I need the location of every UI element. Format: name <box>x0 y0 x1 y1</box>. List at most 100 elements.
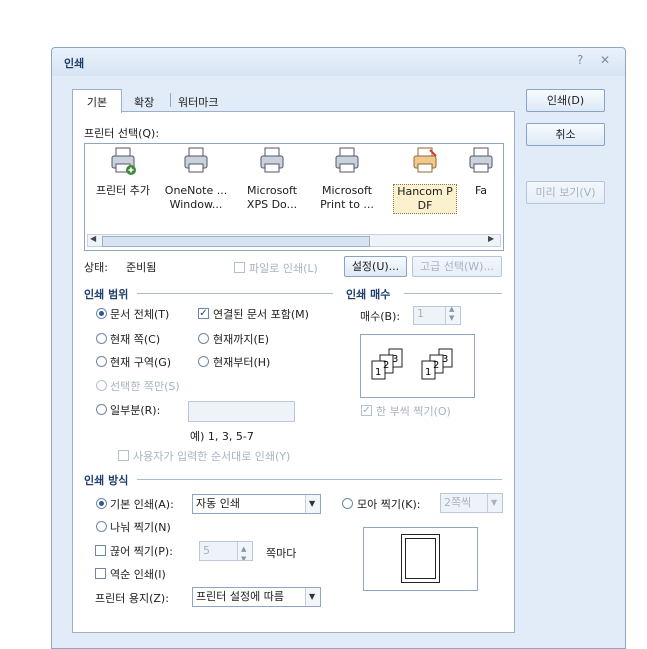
tab-basic[interactable]: 기본 <box>72 89 122 113</box>
printer-item-label: Print to ... <box>320 198 374 211</box>
spin-down-icon[interactable]: ▼ <box>241 550 246 560</box>
chevron-down-icon: ▼ <box>491 498 498 507</box>
dropdown-arrow[interactable]: ▼ <box>305 588 320 606</box>
basic-print-select[interactable]: 자동 인쇄 ▼ <box>192 494 321 514</box>
tab-label: 워터마크 <box>178 96 219 109</box>
partial-radio[interactable] <box>96 404 107 415</box>
printer-item-label: OneNote ... <box>164 184 228 197</box>
basic-print-radio[interactable] <box>96 498 107 509</box>
scroll-right-icon[interactable]: ▶ <box>488 234 494 243</box>
break-value: 5 <box>203 544 210 557</box>
tab-label: 기본 <box>86 96 108 109</box>
selected-pages-radio[interactable] <box>96 380 107 391</box>
printer-icon <box>260 147 284 173</box>
printer-item-print-to-pdf[interactable]: Microsoft Print to ... <box>309 146 385 212</box>
tab-extended[interactable]: 확장 <box>134 90 154 112</box>
current-page-radio[interactable] <box>96 333 107 344</box>
collate-digit: 1 <box>425 367 431 378</box>
reverse-checkbox[interactable] <box>95 568 106 579</box>
collate-pages-icon: 1 2 3 1 2 3 <box>371 348 453 380</box>
spin-up-icon[interactable]: ▲ <box>449 307 454 313</box>
add-printer-icon <box>111 147 136 175</box>
tab-divider <box>170 93 171 107</box>
close-icon[interactable]: ✕ <box>600 53 610 67</box>
break-input[interactable]: 5 ▲ ▼ <box>199 541 253 561</box>
range-section-title: 인쇄 범위 <box>84 288 129 301</box>
printer-item-label: DF <box>417 199 433 212</box>
collate-digit: 1 <box>375 367 381 378</box>
break-unit: 쪽마다 <box>266 547 297 560</box>
printer-item-selected-label: Hancom P DF <box>393 184 457 214</box>
break-spinner[interactable]: ▲ ▼ <box>237 542 252 560</box>
printer-item-label: Fa <box>474 184 488 197</box>
cancel-button[interactable]: 취소 <box>526 123 605 146</box>
help-icon[interactable]: ? <box>577 53 583 67</box>
preview-page-icon <box>401 534 440 583</box>
printer-item-label: Microsoft <box>321 184 373 197</box>
printer-item-add[interactable]: 프린터 추가 <box>85 146 161 198</box>
break-checkbox[interactable] <box>95 545 106 556</box>
preview-button[interactable]: 미리 보기(V) <box>526 181 605 204</box>
tab-watermark[interactable]: 워터마크 <box>178 90 218 112</box>
page-layout-preview <box>363 527 478 591</box>
nup-select[interactable]: 2쪽씩 ▼ <box>440 493 503 513</box>
printer-item-xps[interactable]: Microsoft XPS Do... <box>234 146 310 212</box>
collate-checkbox[interactable]: ✓ <box>361 405 372 416</box>
collate-digit: 2 <box>383 360 389 371</box>
print-to-file-checkbox[interactable] <box>234 262 245 273</box>
collate-digit: 3 <box>392 354 398 365</box>
copies-input[interactable]: 1 ▲ ▼ <box>413 306 461 325</box>
nup-value: 2쪽씩 <box>444 496 472 509</box>
paper-select[interactable]: 프린터 설정에 따름 ▼ <box>192 587 321 607</box>
split-radio[interactable] <box>96 521 107 532</box>
printer-item-hancom-pdf[interactable]: Hancom P DF <box>387 146 463 214</box>
current-section-label: 현재 구역(G) <box>110 356 172 369</box>
print-button[interactable]: 인쇄(D) <box>526 89 605 112</box>
paper-value: 프린터 설정에 따름 <box>196 590 284 603</box>
spin-down-icon[interactable]: ▼ <box>449 314 454 322</box>
split-label: 나눠 찍기(N) <box>110 521 171 534</box>
printer-list[interactable]: 프린터 추가 OneNote ... Window... Microsoft X… <box>84 143 504 251</box>
printer-item-onenote[interactable]: OneNote ... Window... <box>158 146 234 212</box>
scroll-left-icon[interactable]: ◀ <box>90 234 96 243</box>
user-order-checkbox[interactable] <box>118 450 129 461</box>
partial-label: 일부분(R): <box>110 404 161 417</box>
copies-spinner[interactable]: ▲ ▼ <box>445 307 460 324</box>
copies-label: 매수(B): <box>360 310 401 323</box>
basic-print-value: 자동 인쇄 <box>196 497 240 510</box>
title-bar: 인쇄 ? ✕ <box>52 48 625 76</box>
scroll-thumb[interactable] <box>102 236 370 247</box>
printer-item-label: Hancom P <box>397 185 453 198</box>
paper-label: 프린터 용지(Z): <box>95 592 169 605</box>
nup-radio[interactable] <box>342 498 353 509</box>
collate-digit: 3 <box>442 354 448 365</box>
printer-item-label: Microsoft <box>246 184 298 197</box>
printer-item-fax[interactable]: Fa <box>461 146 501 198</box>
settings-button[interactable]: 설정(U)... <box>344 256 407 277</box>
current-section-radio[interactable] <box>96 356 107 367</box>
dropdown-arrow[interactable]: ▼ <box>305 495 320 513</box>
to-current-label: 현재까지(E) <box>213 333 270 346</box>
printer-item-label: XPS Do... <box>246 198 298 211</box>
include-linked-checkbox[interactable]: ✓ <box>198 308 209 319</box>
status-value: 준비됨 <box>126 261 157 274</box>
user-order-label: 사용자가 입력한 순서대로 인쇄(Y) <box>133 450 291 463</box>
printer-icon <box>335 147 359 173</box>
section-divider <box>404 293 502 294</box>
copies-value: 1 <box>417 307 424 320</box>
dropdown-arrow[interactable]: ▼ <box>487 494 502 512</box>
printer-icon <box>184 147 208 173</box>
range-example: 예) 1, 3, 5-7 <box>190 430 254 443</box>
current-page-label: 현재 쪽(C) <box>110 333 161 346</box>
horizontal-scrollbar[interactable]: ◀ ▶ <box>87 234 501 247</box>
include-linked-label: 연결된 문서 포함(M) <box>213 308 309 321</box>
advanced-button[interactable]: 고급 선택(W)... <box>412 256 502 277</box>
to-current-radio[interactable] <box>198 333 209 344</box>
from-current-radio[interactable] <box>198 356 209 367</box>
basic-print-label: 기본 인쇄(A): <box>110 498 174 511</box>
partial-input[interactable] <box>188 401 295 422</box>
whole-doc-radio[interactable] <box>96 308 107 319</box>
printer-icon <box>469 147 493 173</box>
status-label: 상태: <box>84 261 108 274</box>
collate-label: 한 부씩 찍기(O) <box>376 405 451 418</box>
